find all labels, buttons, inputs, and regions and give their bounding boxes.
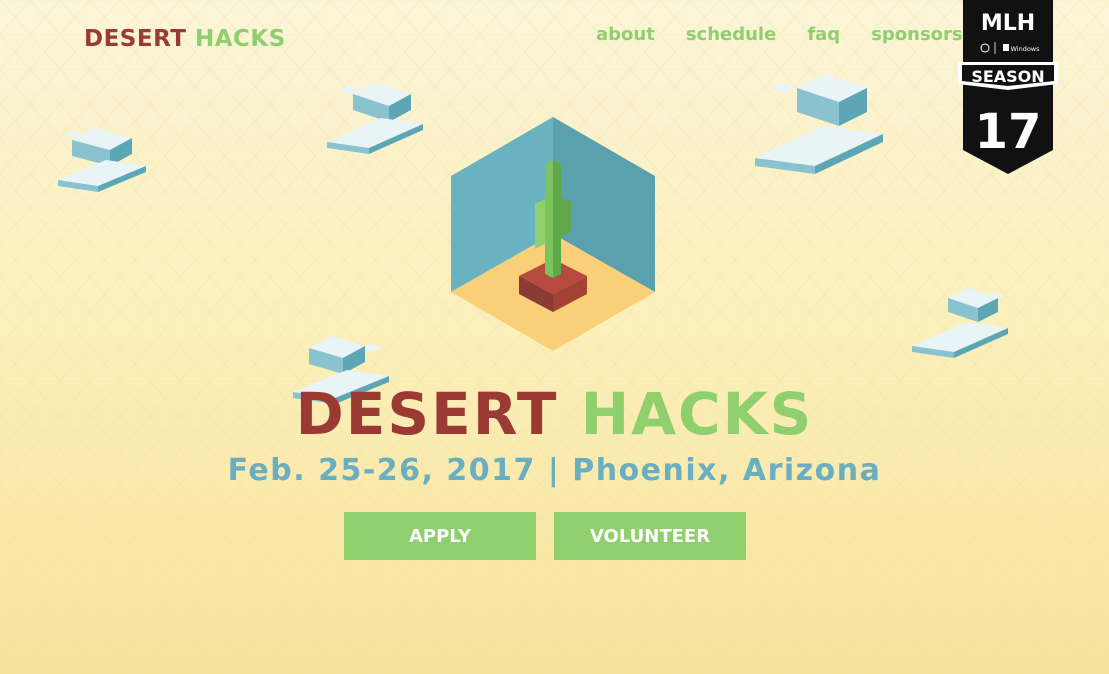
cactus-cube-illustration xyxy=(451,117,655,351)
nav-about[interactable]: about xyxy=(596,24,655,45)
hero-word-hacks: HACKS xyxy=(580,380,814,448)
event-date-location: Feb. 25-26, 2017 | Phoenix, Arizona xyxy=(227,453,882,488)
hero-word-desert: DESERT xyxy=(295,380,559,448)
mlh-text: MLH xyxy=(981,11,1035,36)
mlh-season-badge[interactable]: MLH Windows SEASON 17 xyxy=(957,0,1059,178)
logo-word-desert: DESERT xyxy=(84,26,187,52)
windows-icon xyxy=(1003,44,1009,51)
main-nav: about schedule faq sponsors xyxy=(596,24,963,45)
cloud-icon xyxy=(755,74,883,174)
nav-schedule[interactable]: schedule xyxy=(686,24,776,45)
nav-sponsors[interactable]: sponsors xyxy=(871,24,962,45)
badge-season-number: 17 xyxy=(975,104,1042,160)
hero-title: DESERT HACKS xyxy=(0,380,1109,448)
apply-button[interactable]: APPLY xyxy=(344,512,536,560)
cloud-icon xyxy=(912,288,1008,358)
volunteer-button[interactable]: VOLUNTEER xyxy=(554,512,746,560)
header-logo[interactable]: DESERT HACKS xyxy=(84,26,286,52)
logo-word-hacks: HACKS xyxy=(194,26,286,52)
badge-season-label: SEASON xyxy=(971,67,1044,86)
badge-sponsor: Windows xyxy=(1010,45,1040,53)
cloud-icon xyxy=(58,128,146,192)
cloud-icon xyxy=(327,82,423,154)
nav-faq[interactable]: faq xyxy=(807,24,840,45)
